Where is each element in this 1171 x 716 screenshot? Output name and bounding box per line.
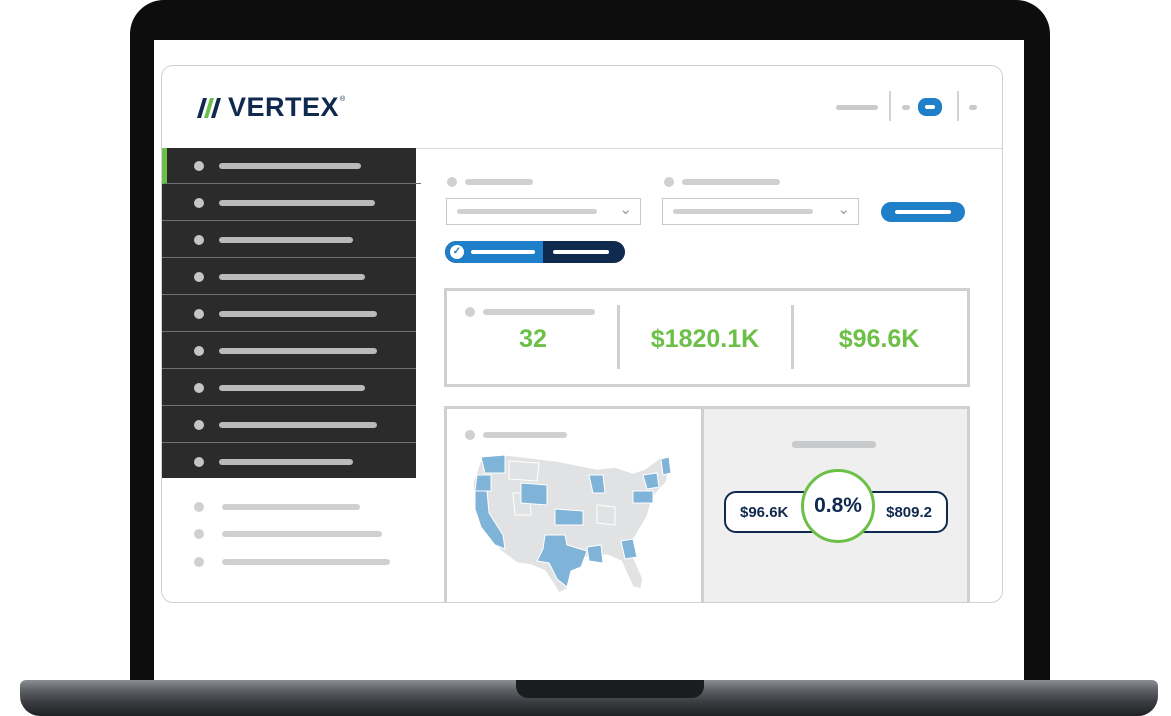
state-co — [520, 482, 548, 506]
sidebar — [162, 148, 421, 479]
sidebar-item-label-placeholder — [222, 504, 360, 510]
sidebar-item-label-placeholder — [219, 422, 377, 428]
kpi-panel: 32 $1820.1K $96.6K — [444, 288, 970, 387]
sidebar-item[interactable] — [162, 444, 416, 479]
chevron-down-icon: ⌄ — [619, 201, 632, 218]
laptop-base — [20, 680, 1158, 716]
sidebar-secondary-item[interactable] — [162, 549, 416, 575]
ratio-right-value: $809.2 — [886, 504, 932, 521]
check-icon: ✓ — [450, 245, 464, 259]
bullet-icon — [194, 457, 204, 467]
state-ma — [660, 456, 672, 476]
sidebar-item[interactable] — [162, 222, 416, 258]
bullet-icon — [194, 346, 204, 356]
header-nav-placeholder[interactable] — [902, 105, 910, 110]
kpi-value-tax: $96.6K — [838, 325, 920, 353]
state-ks — [554, 508, 584, 526]
dropdown-value-placeholder — [673, 209, 813, 214]
kpi-value-total: $1820.1K — [650, 325, 760, 353]
kpi-title-placeholder — [483, 309, 595, 315]
sidebar-item-label-placeholder — [219, 459, 353, 465]
state-or — [474, 474, 492, 492]
sidebar-item-label-placeholder — [222, 531, 382, 537]
header-divider — [957, 91, 959, 121]
view-toggle[interactable]: ✓ — [445, 241, 625, 263]
ratio-title-placeholder — [792, 441, 876, 448]
kpi-value-count: 32 — [519, 325, 547, 353]
sidebar-item-label-placeholder — [219, 200, 375, 206]
sidebar-secondary-item[interactable] — [162, 494, 416, 520]
bullet-icon — [194, 198, 204, 208]
header-nav-placeholder[interactable] — [836, 105, 878, 110]
us-map[interactable] — [447, 439, 703, 599]
state-wa — [480, 454, 506, 474]
bullet-icon — [194, 309, 204, 319]
map-title-placeholder — [483, 432, 567, 438]
toggle-option-left[interactable]: ✓ — [445, 241, 543, 263]
header-toggle-button[interactable] — [918, 98, 942, 116]
filter-label-placeholder — [682, 179, 780, 185]
sidebar-item-label-placeholder — [222, 559, 390, 565]
registered-mark: ® — [340, 96, 346, 103]
brand-logo[interactable]: VERTEX ® — [196, 92, 345, 123]
state-la — [586, 544, 604, 564]
state-pa — [632, 490, 654, 504]
laptop-notch — [516, 680, 704, 698]
sidebar-item[interactable] — [162, 259, 416, 295]
sidebar-item[interactable] — [162, 333, 416, 369]
dropdown-value-placeholder — [457, 209, 597, 214]
filter-label-placeholder — [465, 179, 533, 185]
ratio-center-value: 0.8% — [801, 469, 875, 543]
chevron-down-icon: ⌄ — [837, 201, 850, 218]
state-mt — [508, 460, 540, 482]
ratio-panel: $96.6K $809.2 0.8% — [701, 406, 970, 602]
bullet-icon — [194, 161, 204, 171]
header-menu-placeholder[interactable] — [969, 105, 977, 110]
bullet-icon — [194, 420, 204, 430]
toggle-option-right[interactable] — [553, 250, 609, 254]
bullet-icon — [194, 383, 204, 393]
map-panel — [444, 406, 706, 602]
bullet-icon — [194, 557, 204, 567]
sidebar-secondary-item[interactable] — [162, 521, 416, 547]
filter-dropdown-2[interactable]: ⌄ — [662, 198, 859, 225]
sidebar-item[interactable] — [162, 296, 416, 332]
bullet-icon — [194, 235, 204, 245]
vertex-logo-icon — [197, 97, 221, 118]
sidebar-item-label-placeholder — [219, 348, 377, 354]
app-window: VERTEX ® ⌄ ⌄ ✓ 32 $1820.1K $96.6K $96.6K… — [161, 65, 1003, 603]
sidebar-item[interactable] — [162, 148, 421, 184]
header: VERTEX ® — [162, 66, 1002, 149]
kpi-title-bullet — [465, 307, 475, 317]
state-mo — [596, 504, 616, 526]
sidebar-item-label-placeholder — [219, 311, 377, 317]
sidebar-item[interactable] — [162, 407, 416, 443]
sidebar-item[interactable] — [162, 370, 416, 406]
sidebar-item-label-placeholder — [219, 385, 365, 391]
filter-dropdown-1[interactable]: ⌄ — [446, 198, 641, 225]
filter-label-bullet — [664, 177, 674, 187]
sidebar-item-label-placeholder — [219, 274, 365, 280]
toggle-label-placeholder — [471, 250, 535, 254]
bullet-icon — [194, 529, 204, 539]
ratio-left-value: $96.6K — [740, 504, 789, 521]
apply-button[interactable] — [881, 202, 965, 222]
bullet-icon — [194, 502, 204, 512]
brand-name: VERTEX — [228, 92, 340, 122]
sidebar-item-label-placeholder — [219, 163, 361, 169]
header-divider — [889, 91, 891, 121]
sidebar-item[interactable] — [162, 185, 416, 221]
bullet-icon — [194, 272, 204, 282]
filter-label-bullet — [447, 177, 457, 187]
sidebar-item-label-placeholder — [219, 237, 353, 243]
